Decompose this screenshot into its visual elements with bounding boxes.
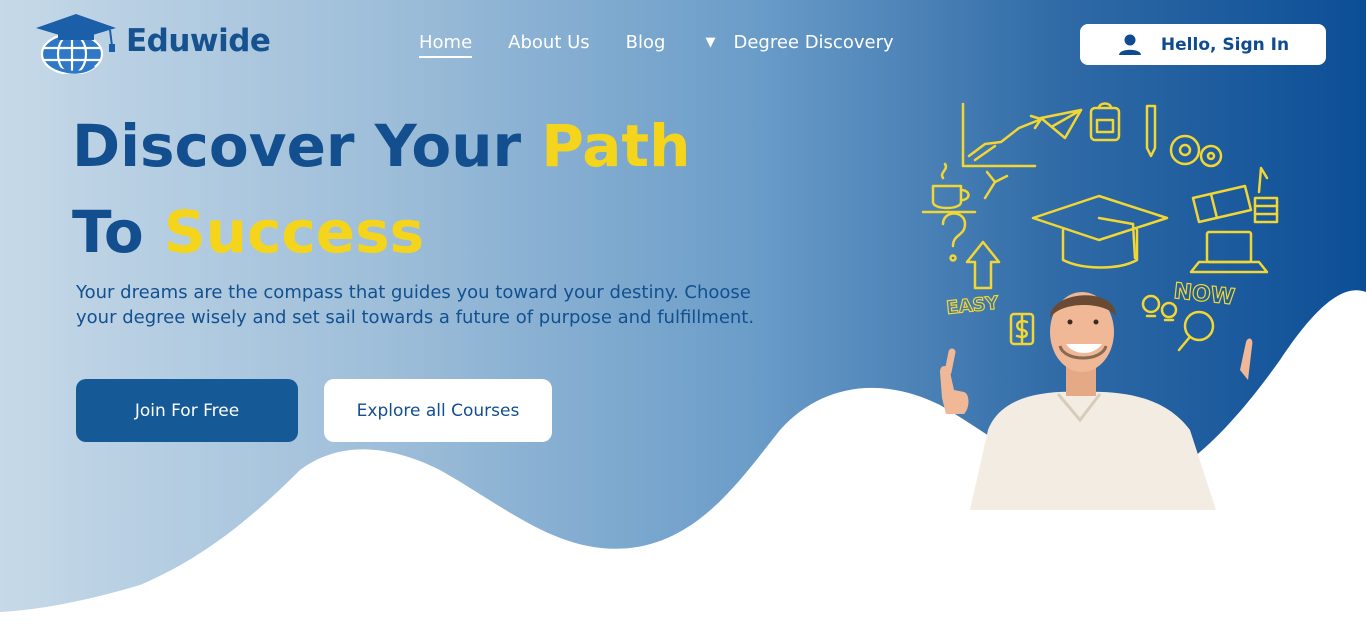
nav-home-link[interactable]: Home: [419, 32, 473, 58]
nav-degree-discovery-label: Degree Discovery: [733, 32, 894, 53]
user-icon: [1118, 34, 1141, 55]
main-nav: Home About Us Blog ▼ Degree Discovery: [419, 32, 894, 58]
hero-headline-line2: To Success: [72, 198, 424, 266]
coffee-cup-icon: [921, 162, 977, 214]
brand-logo[interactable]: Eduwide: [28, 8, 271, 74]
nav-degree-discovery-dropdown[interactable]: ▼ Degree Discovery: [701, 32, 893, 53]
headline-highlight-success: Success: [163, 198, 425, 266]
caret-down-icon: ▼: [705, 35, 716, 50]
gears-icon: [1169, 134, 1223, 168]
headline-line2-text: To: [72, 198, 164, 266]
paper-plane-icon: [1039, 108, 1083, 140]
sign-in-label: Hello, Sign In: [1160, 34, 1290, 55]
question-mark-icon: [941, 212, 967, 262]
join-for-free-button[interactable]: Join For Free: [76, 379, 298, 442]
nav-blog-link[interactable]: Blog: [626, 32, 666, 53]
graduation-cap-icon: [1031, 194, 1169, 269]
brand-name: Eduwide: [126, 23, 271, 59]
hero-headline-line1: Discover Your Path: [72, 112, 690, 180]
explore-courses-button[interactable]: Explore all Courses: [324, 379, 552, 442]
smiling-student-photo: [940, 292, 1253, 510]
growth-chart-icon: [961, 102, 1043, 168]
books-icon: [1191, 166, 1279, 224]
backpack-icon: [1089, 102, 1121, 142]
nav-about-link[interactable]: About Us: [508, 32, 590, 53]
pencil-icon: [1145, 104, 1157, 158]
branch-arrow-icon: [983, 170, 1009, 200]
globe-graduation-cap-icon: [36, 14, 116, 74]
laptop-icon: [1189, 230, 1269, 274]
sign-in-button[interactable]: Hello, Sign In: [1080, 24, 1326, 65]
headline-line1-text: Discover Your: [72, 112, 542, 180]
headline-highlight-path: Path: [541, 112, 691, 180]
hero-section: Eduwide Home About Us Blog ▼ Degree Disc…: [0, 0, 1366, 628]
hero-description: Your dreams are the compass that guides …: [76, 282, 755, 328]
